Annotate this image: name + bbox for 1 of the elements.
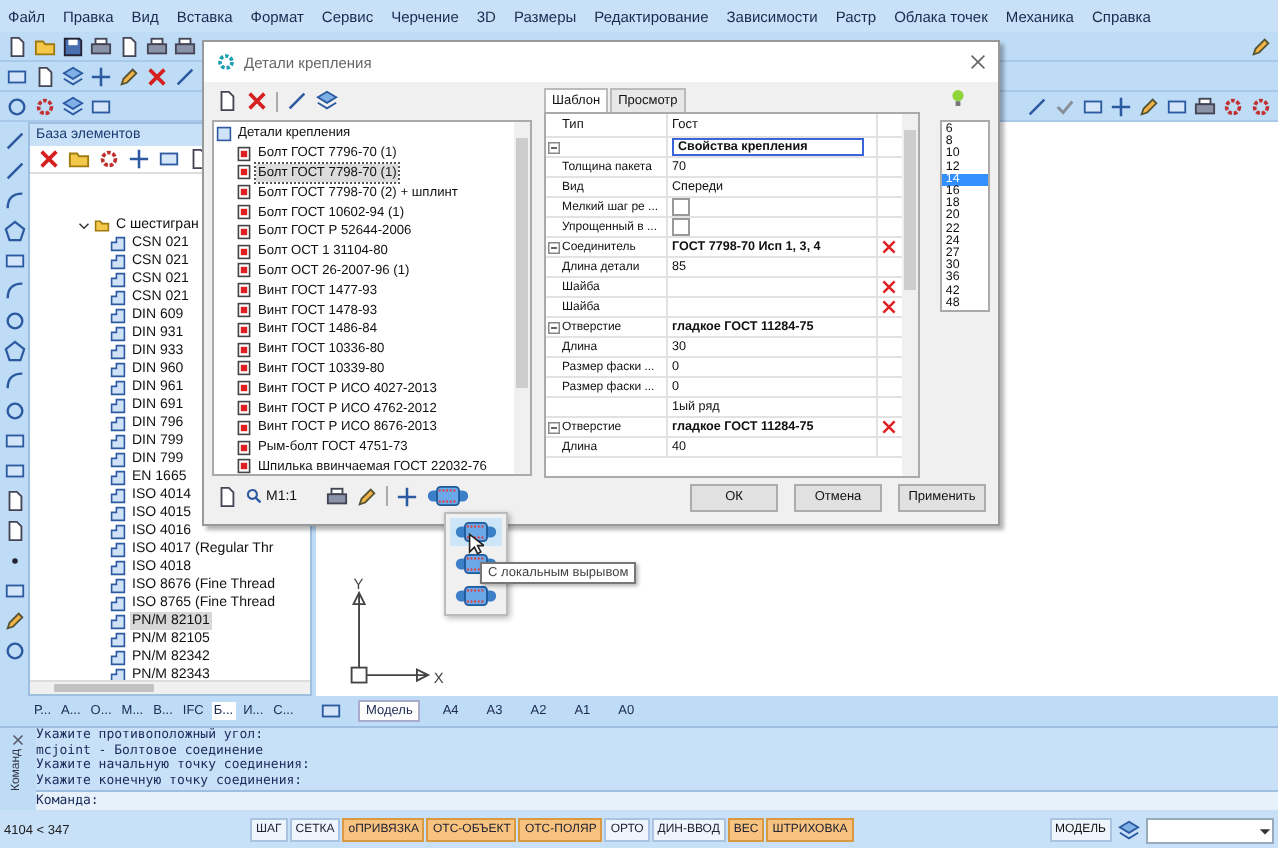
coordinate-axes-drawing: Y X <box>346 578 458 690</box>
